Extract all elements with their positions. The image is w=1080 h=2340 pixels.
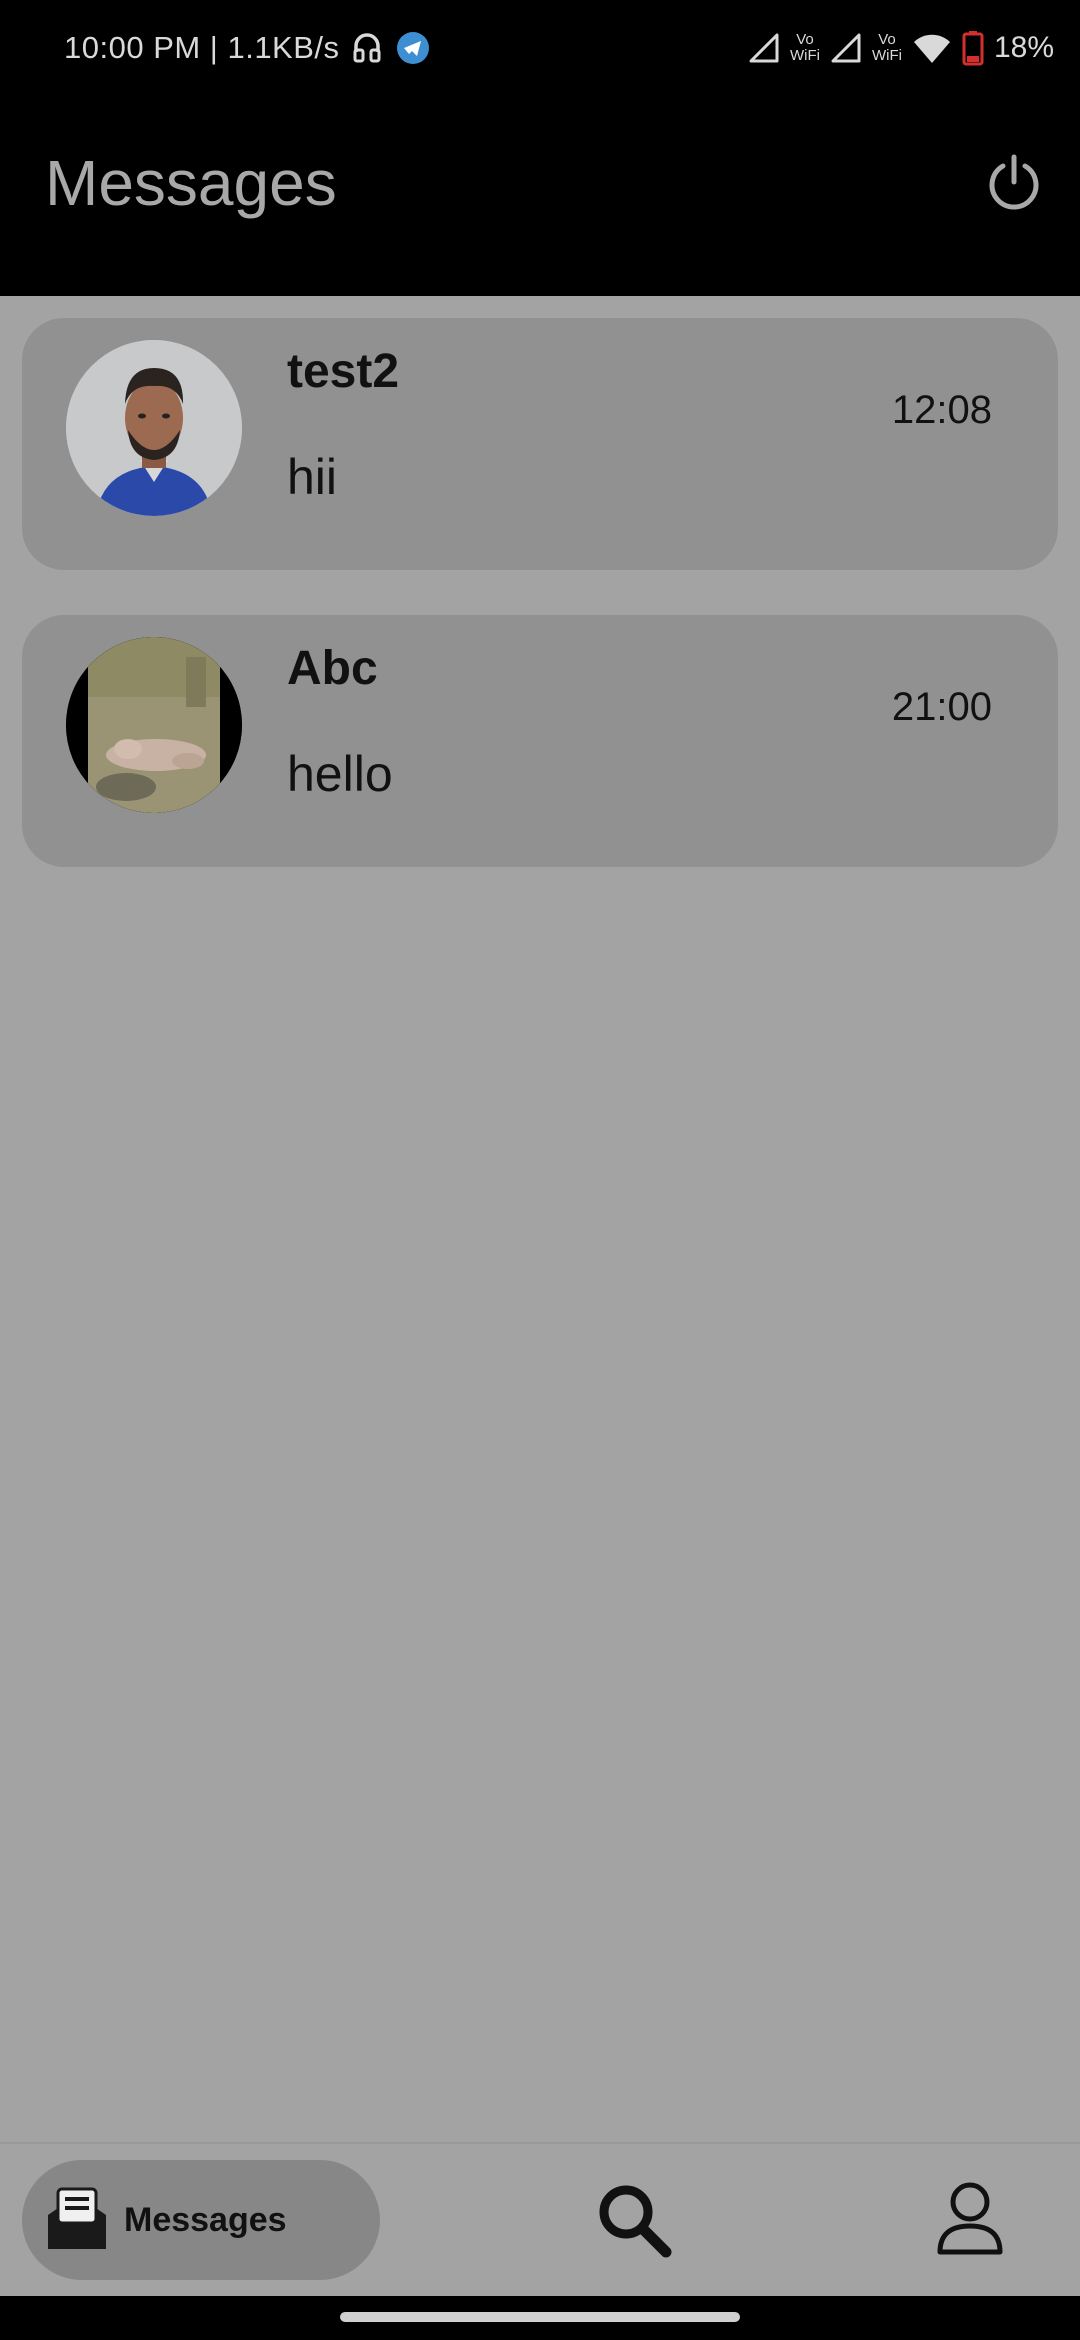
search-icon[interactable] [596, 2182, 672, 2258]
message-time: 12:08 [891, 388, 992, 432]
app-header: Messages [0, 96, 1080, 296]
vowifi-indicator: Vo WiFi [790, 32, 820, 64]
power-icon[interactable] [984, 152, 1044, 212]
battery-percent: 18% [993, 31, 1054, 64]
status-right: Vo WiFi Vo WiFi 18% [748, 26, 1054, 70]
vowifi-wifi: WiFi [789, 47, 820, 64]
battery-icon [962, 31, 984, 66]
status-left: 10:00 PM | 1.1KB/s [64, 28, 430, 68]
conversation-item[interactable]: test2 hii 12:08 [22, 318, 1058, 570]
bottom-nav: Messages [0, 2142, 1080, 2298]
last-message: hii [287, 449, 338, 505]
headphones-icon [353, 33, 381, 63]
status-time-speed: 10:00 PM | 1.1KB/s [64, 30, 340, 65]
status-bar: 10:00 PM | 1.1KB/s Vo WiFi Vo WiFi 18% [0, 0, 1080, 96]
vowifi-wifi: WiFi [871, 47, 902, 64]
vowifi-vo: Vo [796, 31, 814, 48]
message-time: 21:00 [891, 685, 992, 729]
last-message: hello [287, 746, 393, 802]
conversation-item[interactable]: Abc hello 21:00 [22, 615, 1058, 867]
telegram-icon [396, 32, 429, 64]
page-title: Messages [45, 147, 337, 219]
nav-messages-tab[interactable]: Messages [22, 2160, 380, 2280]
avatar [66, 637, 242, 813]
vowifi-vo: Vo [878, 31, 896, 48]
signal-icon [749, 33, 779, 63]
system-nav-bar [0, 2296, 1080, 2340]
contact-name: test2 [287, 345, 400, 398]
avatar-photo [66, 340, 242, 516]
signal-icon [831, 33, 861, 63]
mail-open-icon [48, 2187, 106, 2249]
avatar-photo [66, 637, 242, 813]
avatar [66, 340, 242, 516]
vowifi-indicator: Vo WiFi [872, 32, 902, 64]
wifi-icon [913, 34, 950, 63]
profile-icon[interactable] [935, 2180, 1005, 2256]
conversation-list: test2 hii 12:08 Abc hello 21:00 [22, 318, 1058, 912]
home-indicator[interactable] [340, 2312, 740, 2322]
contact-name: Abc [287, 642, 378, 695]
nav-messages-label: Messages [124, 2200, 287, 2239]
